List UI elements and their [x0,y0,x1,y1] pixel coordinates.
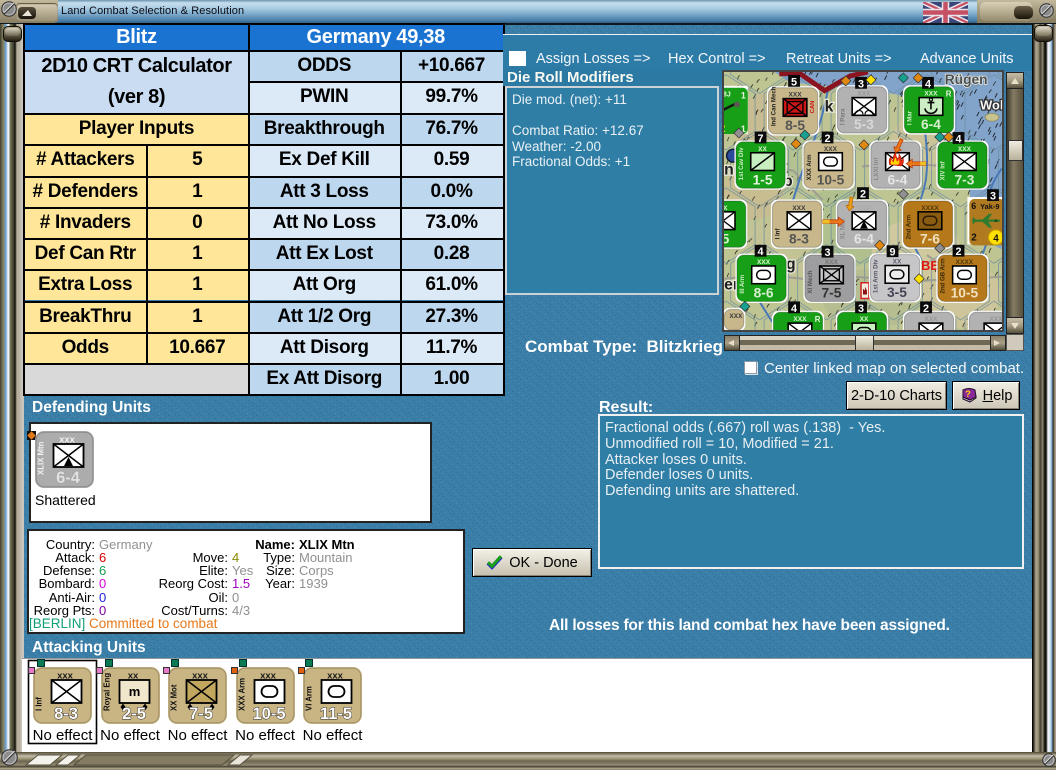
svg-text:LXXI Inf: LXXI Inf [873,157,880,181]
svg-text:2-5: 2-5 [122,705,146,723]
svg-text:8-3: 8-3 [789,231,809,246]
svg-text:xxx: xxx [788,90,802,99]
svg-text:10-5: 10-5 [951,286,979,301]
svg-text:5: 5 [791,76,797,88]
svg-text:7: 7 [758,133,764,145]
svg-text:4: 4 [758,246,764,258]
svg-text:?: ? [965,389,971,399]
svg-text:I Inf: I Inf [774,228,781,240]
svg-text:xx: xx [758,144,767,153]
svg-text:xxx: xxx [824,144,838,153]
svg-text:10-5: 10-5 [252,705,285,723]
svg-text:3: 3 [990,191,996,203]
svg-text:1st Cav Div: 1st Cav Div [738,147,745,180]
svg-text:2nd Arm: 2nd Arm [905,214,912,239]
svg-text:k: k [825,98,834,115]
svg-text:-5: -5 [722,231,730,246]
svg-text:xx: xx [860,314,869,323]
svg-text:7-6: 7-6 [920,231,940,246]
svg-text:6: 6 [971,201,976,211]
svg-text:9: 9 [890,247,896,259]
svg-text:xxxx: xxxx [956,257,974,266]
svg-text:I Mar: I Mar [906,110,913,125]
svg-text:1: 1 [741,91,746,101]
svg-text:6-4: 6-4 [921,117,941,132]
svg-text:III Arm: III Arm [739,274,746,293]
svg-text:Rügen: Rügen [945,72,988,87]
svg-text:I Inf: I Inf [35,697,44,711]
svg-text:xxx: xxx [924,314,938,323]
svg-text:R: R [946,90,952,99]
svg-text:n: n [724,161,734,178]
svg-text:xx: xx [722,203,728,212]
svg-text:8-6: 8-6 [754,286,774,301]
svg-text:CAN: CAN [810,101,816,114]
svg-text:7-5: 7-5 [189,705,213,723]
svg-text:xxxx: xxxx [921,203,939,212]
svg-text:XXX Arm: XXX Arm [237,678,246,711]
svg-text:3-5: 3-5 [887,285,907,300]
svg-text:7-3: 7-3 [954,172,974,187]
svg-text:4: 4 [925,78,931,90]
svg-text:4: 4 [956,133,962,145]
svg-text:2: 2 [971,232,977,243]
svg-text:3: 3 [858,303,864,315]
svg-text:88J: 88J [722,92,731,99]
svg-text:XXX Arm: XXX Arm [806,154,813,180]
svg-text:2: 2 [825,133,831,145]
svg-text:2: 2 [956,246,962,258]
svg-text:2: 2 [923,303,929,315]
svg-text:XI Mech: XI Mech [807,270,814,293]
svg-text:2nd GB Arm: 2nd GB Arm [940,258,947,294]
svg-text:XIV Inf: XIV Inf [940,160,947,180]
svg-text:XLIX Mtn: XLIX Mtn [37,441,46,475]
svg-text:Royal Eng: Royal Eng [102,673,111,711]
svg-text:xxx: xxx [729,311,743,320]
svg-text:6-4: 6-4 [854,231,874,246]
svg-text:xxx: xxx [793,314,807,323]
svg-text:VI Arm: VI Arm [305,686,314,711]
svg-text:10-5: 10-5 [817,172,845,187]
svg-text:I Para: I Para [839,108,846,125]
svg-text:2: 2 [722,123,725,135]
svg-text:2: 2 [860,189,866,201]
svg-text:11-5: 11-5 [320,705,352,723]
svg-text:3: 3 [858,78,864,90]
svg-text:1-5: 1-5 [753,172,773,187]
svg-text:4: 4 [791,303,797,315]
svg-text:xxx: xxx [857,203,871,212]
svg-text:6-4: 6-4 [56,469,81,487]
svg-text:xxx: xxx [757,257,771,266]
svg-text:Wol: Wol [980,97,1003,112]
svg-text:5-3: 5-3 [854,117,874,132]
svg-text:4: 4 [993,233,999,244]
svg-text:8-3: 8-3 [54,705,78,723]
svg-text:xxx: xxx [792,203,806,212]
svg-text:8-5: 8-5 [785,118,805,133]
svg-text:6-4: 6-4 [888,172,908,187]
svg-text:xxx: xxx [989,314,1003,323]
svg-text:3: 3 [825,247,831,259]
svg-text:XX Mot: XX Mot [170,684,179,711]
svg-text:7-5: 7-5 [822,286,842,301]
svg-text:1st Arm Div: 1st Arm Div [872,259,879,293]
svg-text:Yak-9: Yak-9 [980,202,999,211]
svg-text:m: m [128,684,140,699]
svg-text:g: g [722,115,723,122]
svg-text:R: R [815,315,821,324]
svg-text:Ind Can Mech: Ind Can Mech [770,86,777,126]
